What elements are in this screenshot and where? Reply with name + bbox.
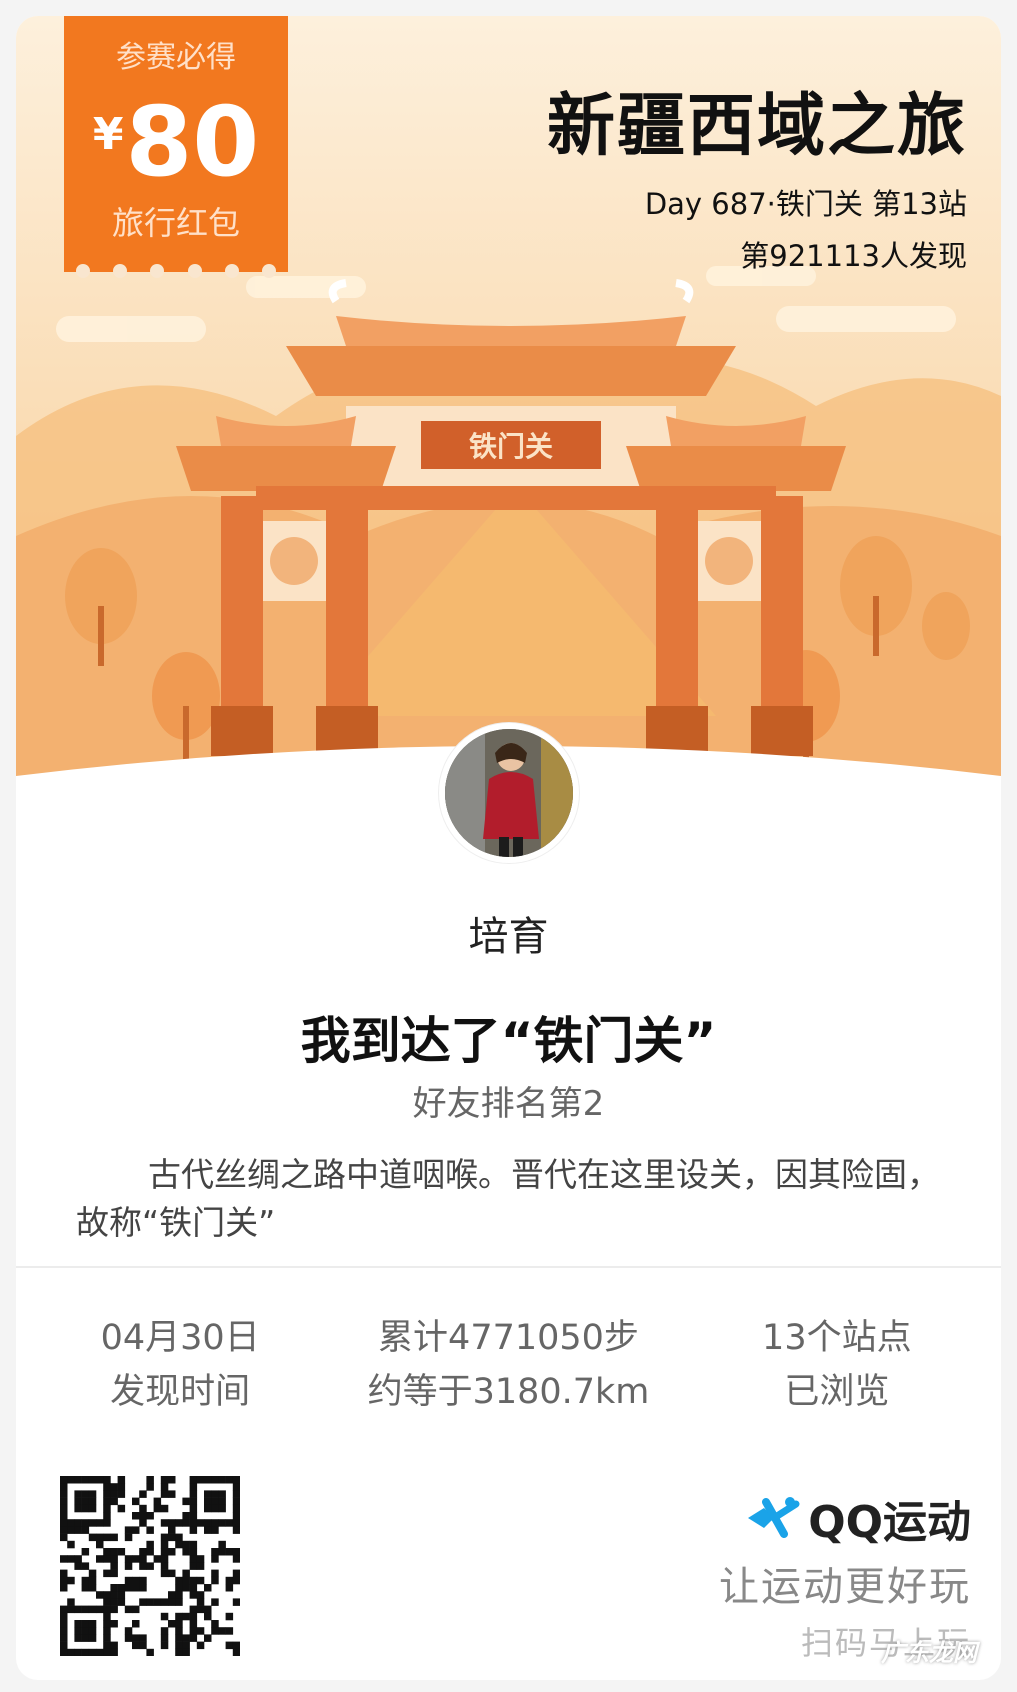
stat-value: 04月30日 <box>100 1318 260 1358</box>
brand-name: QQ运动 <box>808 1497 971 1548</box>
stat-value: 13个站点 <box>762 1318 912 1358</box>
badge-label: 旅行红包 <box>111 204 240 242</box>
stat-total-steps: 累计4771050步 约等于3180.7km <box>344 1311 672 1419</box>
qr-code-pattern <box>60 1476 241 1657</box>
stat-value: 累计4771050步 <box>378 1318 639 1358</box>
brand-slogan: 让运动更好玩 <box>719 1564 971 1610</box>
qr-code-icon[interactable] <box>60 1476 241 1657</box>
stat-discovery-time: 04月30日 发现时间 <box>16 1311 344 1419</box>
stat-label: 约等于3180.7km <box>367 1372 650 1412</box>
share-card: 铁门关 参赛必得 ¥80 旅行红包 新疆西域之旅 Day 687·铁门关 第13… <box>16 16 1001 1680</box>
watermark: 广东龙网 <box>881 1639 977 1667</box>
stat-label: 发现时间 <box>110 1372 251 1412</box>
avatar[interactable] <box>439 723 579 863</box>
currency-symbol: ¥ <box>92 109 124 160</box>
badge-caption: 参赛必得 <box>116 40 236 75</box>
trip-header: 新疆西域之旅 Day 687·铁门关 第13站 第921113人发现 <box>547 70 967 275</box>
stats-row: 04月30日 发现时间 累计4771050步 约等于3180.7km 13个站点… <box>16 1311 1001 1419</box>
location-description: 古代丝绸之路中道咽喉。晋代在这里设关，因其险固，故称“铁门关” <box>76 1155 940 1242</box>
trip-title: 新疆西域之旅 <box>546 87 967 166</box>
red-packet-badge[interactable]: 参赛必得 ¥80 旅行红包 <box>64 16 288 278</box>
amount-value: 80 <box>125 86 260 198</box>
brand-logo-row: QQ运动 <box>719 1486 971 1550</box>
stat-stations-viewed: 13个站点 已浏览 <box>673 1311 1001 1419</box>
badge-amount: ¥80 <box>64 94 288 190</box>
stat-label: 已浏览 <box>784 1372 890 1412</box>
avatar-photo <box>445 729 573 857</box>
badge-scallop-edge <box>64 264 288 280</box>
arrival-headline: 我到达了“铁门关” <box>300 1012 717 1070</box>
friend-rank: 好友排名第2 <box>412 1084 605 1124</box>
trip-discoverer-count: 第921113人发现 <box>740 239 967 273</box>
gate-plaque-text: 铁门关 <box>469 430 553 463</box>
divider <box>16 1266 1001 1268</box>
user-name: 培育 <box>468 914 549 960</box>
trip-day-station: Day 687·铁门关 第13站 <box>644 187 967 221</box>
qq-sport-logo-icon <box>748 1497 800 1538</box>
